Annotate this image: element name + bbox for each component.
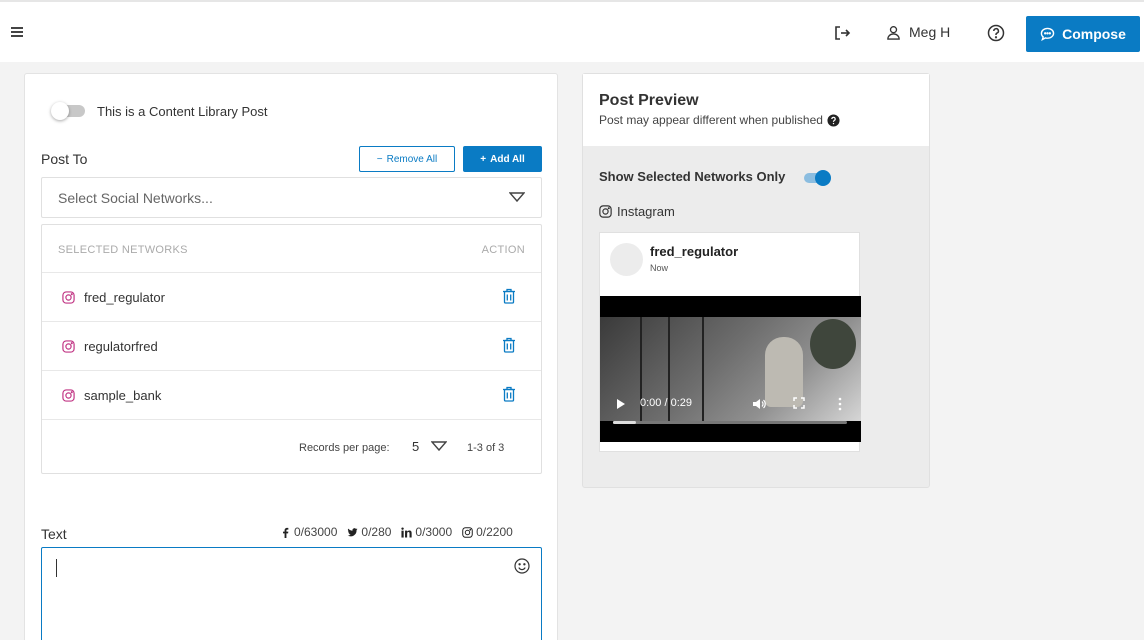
question-circle-icon[interactable] <box>827 113 840 127</box>
post-to-label: Post To <box>41 151 88 167</box>
social-networks-select[interactable]: Select Social Networks... <box>41 177 542 218</box>
column-header-networks: SELECTED NETWORKS <box>58 244 188 256</box>
trash-icon[interactable] <box>502 288 516 304</box>
add-all-button[interactable]: + Add All <box>463 146 542 172</box>
volume-icon[interactable] <box>752 397 766 411</box>
trash-icon[interactable] <box>502 337 516 353</box>
preview-header: Post Preview Post may appear different w… <box>583 74 929 146</box>
preview-subtitle-text: Post may appear different when published <box>599 113 823 127</box>
compose-form-panel: This is a Content Library Post Post To −… <box>24 73 558 640</box>
preview-network-heading: Instagram <box>599 204 675 219</box>
video-controls: 0:00 / 0:29 <box>600 391 861 417</box>
logout-icon[interactable] <box>833 24 851 42</box>
chevron-down-icon <box>509 192 525 203</box>
show-selected-label: Show Selected Networks Only <box>599 169 786 184</box>
twitter-counter: 0/280 <box>347 525 391 539</box>
twitter-icon <box>348 527 358 536</box>
user-icon <box>887 25 900 40</box>
preview-title: Post Preview <box>599 92 699 109</box>
preview-timestamp: Now <box>650 263 669 273</box>
table-row: fred_regulator <box>42 273 541 322</box>
linkedin-icon <box>401 526 413 538</box>
add-all-label: Add All <box>490 153 525 165</box>
network-heading-label: Instagram <box>617 204 675 219</box>
chevron-down-icon[interactable] <box>431 440 447 452</box>
instagram-counter: 0/2200 <box>462 525 513 539</box>
instagram-icon <box>62 340 75 353</box>
instagram-icon <box>62 389 75 402</box>
video-progress-bar[interactable] <box>613 421 847 424</box>
text-label: Text <box>41 526 67 542</box>
video-player[interactable]: 0:00 / 0:29 <box>600 296 861 442</box>
hamburger-menu-icon[interactable] <box>11 27 23 37</box>
play-icon[interactable] <box>616 398 626 410</box>
post-text-input[interactable] <box>41 547 542 640</box>
selected-networks-table: SELECTED NETWORKS ACTION fred_regulator … <box>41 224 542 474</box>
video-progress-fill <box>613 421 637 424</box>
fullscreen-icon[interactable] <box>793 397 805 409</box>
column-header-action: ACTION <box>481 244 525 256</box>
table-pagination: Records per page: 5 1-3 of 3 <box>42 421 541 475</box>
instagram-count: 0/2200 <box>476 525 513 539</box>
content-library-toggle[interactable] <box>51 102 87 120</box>
video-plant-graphic <box>810 319 856 369</box>
minus-icon: − <box>376 153 383 165</box>
linkedin-count: 0/3000 <box>415 525 453 539</box>
select-placeholder: Select Social Networks... <box>58 190 213 206</box>
table-row: regulatorfred <box>42 322 541 371</box>
more-options-icon[interactable] <box>838 397 842 411</box>
trash-icon[interactable] <box>502 386 516 402</box>
remove-all-button[interactable]: − Remove All <box>359 146 455 172</box>
network-name: fred_regulator <box>84 290 165 305</box>
text-caret <box>56 559 57 577</box>
video-time: 0:00 / 0:29 <box>640 397 692 409</box>
instagram-preview-card: fred_regulator Now 0:00 / 0:29 <box>599 232 861 452</box>
user-menu[interactable]: Meg H <box>886 24 950 40</box>
emoji-icon[interactable] <box>514 558 530 574</box>
instagram-icon <box>462 526 473 538</box>
post-preview-panel: Post Preview Post may appear different w… <box>582 73 930 488</box>
user-name: Meg H <box>909 24 951 40</box>
records-per-page-label: Records per page: <box>299 442 390 454</box>
facebook-icon <box>283 527 289 538</box>
preview-username: fred_regulator <box>650 244 739 259</box>
plus-icon: + <box>480 153 487 165</box>
remove-all-label: Remove All <box>386 153 438 165</box>
compose-label: Compose <box>1062 26 1126 42</box>
avatar <box>610 243 643 276</box>
pagination-range: 1-3 of 3 <box>467 442 505 454</box>
content-library-label: This is a Content Library Post <box>97 104 268 119</box>
facebook-counter: 0/63000 <box>280 525 337 539</box>
instagram-icon <box>62 291 75 304</box>
linkedin-counter: 0/3000 <box>401 525 452 539</box>
help-icon[interactable] <box>987 24 1005 42</box>
character-counters: 0/63000 0/280 0/3000 0/2200 <box>280 525 513 539</box>
network-name: sample_bank <box>84 388 162 403</box>
toggle-knob <box>51 102 69 120</box>
compose-button[interactable]: Compose <box>1026 16 1140 52</box>
instagram-icon <box>599 205 612 218</box>
top-bar: Meg H Compose <box>0 0 1144 62</box>
twitter-count: 0/280 <box>361 525 392 539</box>
preview-subtitle: Post may appear different when published <box>599 113 840 127</box>
chat-bubble-icon <box>1040 27 1055 41</box>
facebook-count: 0/63000 <box>294 525 338 539</box>
toggle-knob <box>815 170 831 186</box>
table-header: SELECTED NETWORKS ACTION <box>42 225 541 273</box>
records-per-page-select[interactable]: 5 <box>412 439 419 454</box>
network-name: regulatorfred <box>84 339 158 354</box>
show-selected-toggle[interactable] <box>804 169 832 187</box>
table-row: sample_bank <box>42 371 541 420</box>
